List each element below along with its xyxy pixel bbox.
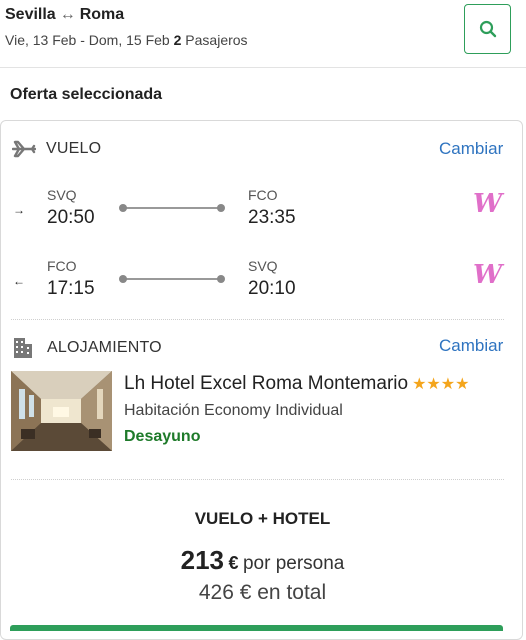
room-type: Habitación Economy Individual <box>124 402 343 419</box>
departure-time: 17:15 <box>47 278 95 299</box>
meal-plan: Desayuno <box>124 428 201 445</box>
departure-airport-code: SVQ <box>47 187 77 203</box>
continue-button[interactable] <box>10 625 503 631</box>
section-divider <box>11 319 504 320</box>
price-amount: 213 <box>180 545 225 575</box>
airline-logo: W <box>473 189 503 219</box>
arrival-time: 20:10 <box>248 278 296 299</box>
total-price: 426 € en total <box>198 581 327 604</box>
route: Sevilla ↔ Roma <box>5 6 124 24</box>
passenger-label: Pasajeros <box>185 32 248 48</box>
return-flight-leg: ← FCO 17:15 SVQ 20:10 W <box>1 256 524 310</box>
per-person-label: por persona <box>242 553 345 574</box>
flight-section-label: VUELO <box>46 140 102 157</box>
change-hotel-link[interactable]: Cambiar <box>439 336 503 356</box>
passenger-count: 2 <box>173 32 182 48</box>
travel-dates: Vie, 13 Feb - Dom, 15 Feb 2 Pasajeros <box>5 32 248 48</box>
hotel-star-rating-icon: ★★★★ <box>412 376 470 393</box>
route-end-dot <box>217 204 225 212</box>
roundtrip-arrow-icon: ↔ <box>59 6 76 23</box>
hotel-name[interactable]: Lh Hotel Excel Roma Montemario ★★★★ <box>124 373 469 395</box>
hotel-corridor-image <box>11 371 112 451</box>
origin-city: Sevilla <box>5 6 56 23</box>
outbound-flight-leg: → SVQ 20:50 FCO 23:35 W <box>1 185 524 239</box>
date-range: Vie, 13 Feb - Dom, 15 Feb <box>5 32 170 48</box>
flight-route-line <box>119 204 225 212</box>
offer-card: VUELO Cambiar → SVQ 20:50 FCO 23:35 W ← … <box>0 120 523 640</box>
airline-logo: W <box>473 260 503 290</box>
route-start-dot <box>119 275 127 283</box>
airplane-icon <box>12 140 36 158</box>
outbound-arrow-icon: → <box>13 203 25 217</box>
route-end-dot <box>217 275 225 283</box>
search-button[interactable] <box>464 4 511 54</box>
destination-city: Roma <box>79 6 125 23</box>
arrival-time: 23:35 <box>248 207 296 228</box>
hotel-name-text: Lh Hotel Excel Roma Montemario <box>124 373 409 394</box>
arrival-airport-code: SVQ <box>248 258 278 274</box>
accommodation-section-label: ALOJAMIENTO <box>47 339 162 356</box>
search-icon <box>479 20 496 38</box>
departure-airport-code: FCO <box>47 258 77 274</box>
hotel-photo[interactable] <box>11 371 112 451</box>
arrival-airport-code: FCO <box>248 187 278 203</box>
search-summary-header: Sevilla ↔ Roma Vie, 13 Feb - Dom, 15 Feb… <box>0 0 526 68</box>
accommodation-section-header: ALOJAMIENTO <box>13 337 162 359</box>
price-currency: € <box>228 553 239 573</box>
section-divider <box>11 479 504 480</box>
building-icon <box>14 338 32 358</box>
departure-time: 20:50 <box>47 207 95 228</box>
flight-route-line <box>119 275 225 283</box>
route-start-dot <box>119 204 127 212</box>
flight-section-header: VUELO <box>12 140 101 158</box>
return-arrow-icon: ← <box>13 274 25 288</box>
change-flight-link[interactable]: Cambiar <box>439 139 503 159</box>
package-title: VUELO + HOTEL <box>194 509 331 528</box>
price-per-person: 213 € por persona <box>1 545 524 576</box>
selected-offer-title: Oferta seleccionada <box>10 86 163 103</box>
